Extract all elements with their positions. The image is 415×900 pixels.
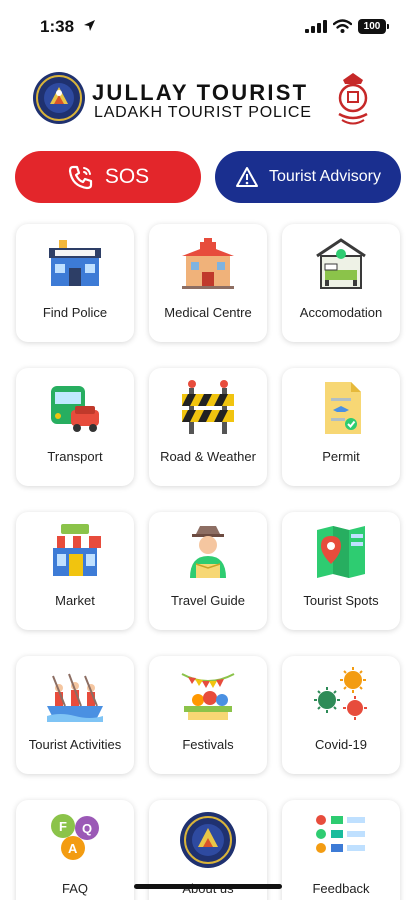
tile-road-weather[interactable]: Road & Weather <box>149 368 267 486</box>
tile-label: Tourist Spots <box>303 593 379 608</box>
home-indicator[interactable] <box>134 884 282 889</box>
tile-tourist-spots[interactable]: Tourist Spots <box>282 512 400 630</box>
feedback-list-icon <box>316 815 365 853</box>
app-title: JULLAY TOURIST <box>92 80 309 105</box>
tile-feedback[interactable]: Feedback <box>282 800 400 900</box>
tile-label: Covid-19 <box>314 737 368 752</box>
tile-find-police[interactable]: Find Police <box>16 224 134 342</box>
hospital-icon <box>182 238 234 289</box>
phone-call-icon <box>68 165 92 190</box>
ladakh-police-logo <box>33 72 85 124</box>
tile-faq[interactable]: F Q A FAQ <box>16 800 134 900</box>
festival-icon <box>181 673 235 720</box>
tile-label: Feedback <box>312 881 370 896</box>
rafting-icon <box>47 673 103 722</box>
shop-icon <box>49 524 101 576</box>
tile-tourist-activities[interactable]: Tourist Activities <box>16 656 134 774</box>
virus-icon <box>314 667 367 720</box>
tourist-advisory-button[interactable]: Tourist Advisory <box>215 151 401 203</box>
guide-person-icon <box>190 526 226 578</box>
tile-travel-guide[interactable]: Travel Guide <box>149 512 267 630</box>
tile-label: Find Police <box>42 305 108 320</box>
police-emblem-icon <box>338 73 368 125</box>
tile-covid-19[interactable]: Covid-19 <box>282 656 400 774</box>
sos-button[interactable]: SOS <box>15 151 201 203</box>
tile-label: Tourist Activities <box>28 737 122 752</box>
svg-text:A: A <box>68 841 78 856</box>
tile-permit[interactable]: Permit <box>282 368 400 486</box>
tile-medical-centre[interactable]: Medical Centre <box>149 224 267 342</box>
faq-bubbles-icon: F Q A <box>51 814 99 860</box>
status-time: 1:38 <box>40 17 75 36</box>
tile-festivals[interactable]: Festivals <box>149 656 267 774</box>
location-arrow-icon <box>84 20 95 31</box>
tile-label: Market <box>55 593 95 608</box>
status-bar: 1:38 100 <box>0 0 415 52</box>
tile-label: FAQ <box>61 881 88 896</box>
svg-text:Q: Q <box>82 821 92 836</box>
tourist-advisory-label: Tourist Advisory <box>268 168 382 185</box>
tile-label: Permit <box>322 449 360 464</box>
sos-label: SOS <box>104 165 150 188</box>
app-subtitle: LADAKH TOURIST POLICE <box>94 104 312 121</box>
tile-label: Festivals <box>182 737 234 752</box>
bed-icon <box>316 238 366 289</box>
map-pin-icon <box>317 526 365 578</box>
tile-label: Road & Weather <box>160 449 256 464</box>
tile-label: Travel Guide <box>171 593 245 608</box>
battery-icon: 100 <box>358 19 389 34</box>
tile-label: Transport <box>47 449 103 464</box>
wifi-icon <box>333 19 352 33</box>
permit-document-icon <box>325 382 361 434</box>
tile-transport[interactable]: Transport <box>16 368 134 486</box>
police-station-icon <box>49 240 101 286</box>
bus-car-icon <box>51 386 99 432</box>
road-barrier-icon <box>182 380 234 434</box>
tile-accomodation[interactable]: Accomodation <box>282 224 400 342</box>
police-logo-icon <box>180 812 236 868</box>
app-header: JULLAY TOURIST LADAKH TOURIST POLICE <box>0 68 415 130</box>
signal-icon <box>305 20 327 33</box>
tile-market[interactable]: Market <box>16 512 134 630</box>
tile-label: Accomodation <box>299 305 383 320</box>
svg-text:F: F <box>59 819 67 834</box>
warning-icon <box>235 167 258 187</box>
tile-label: Medical Centre <box>164 305 252 320</box>
